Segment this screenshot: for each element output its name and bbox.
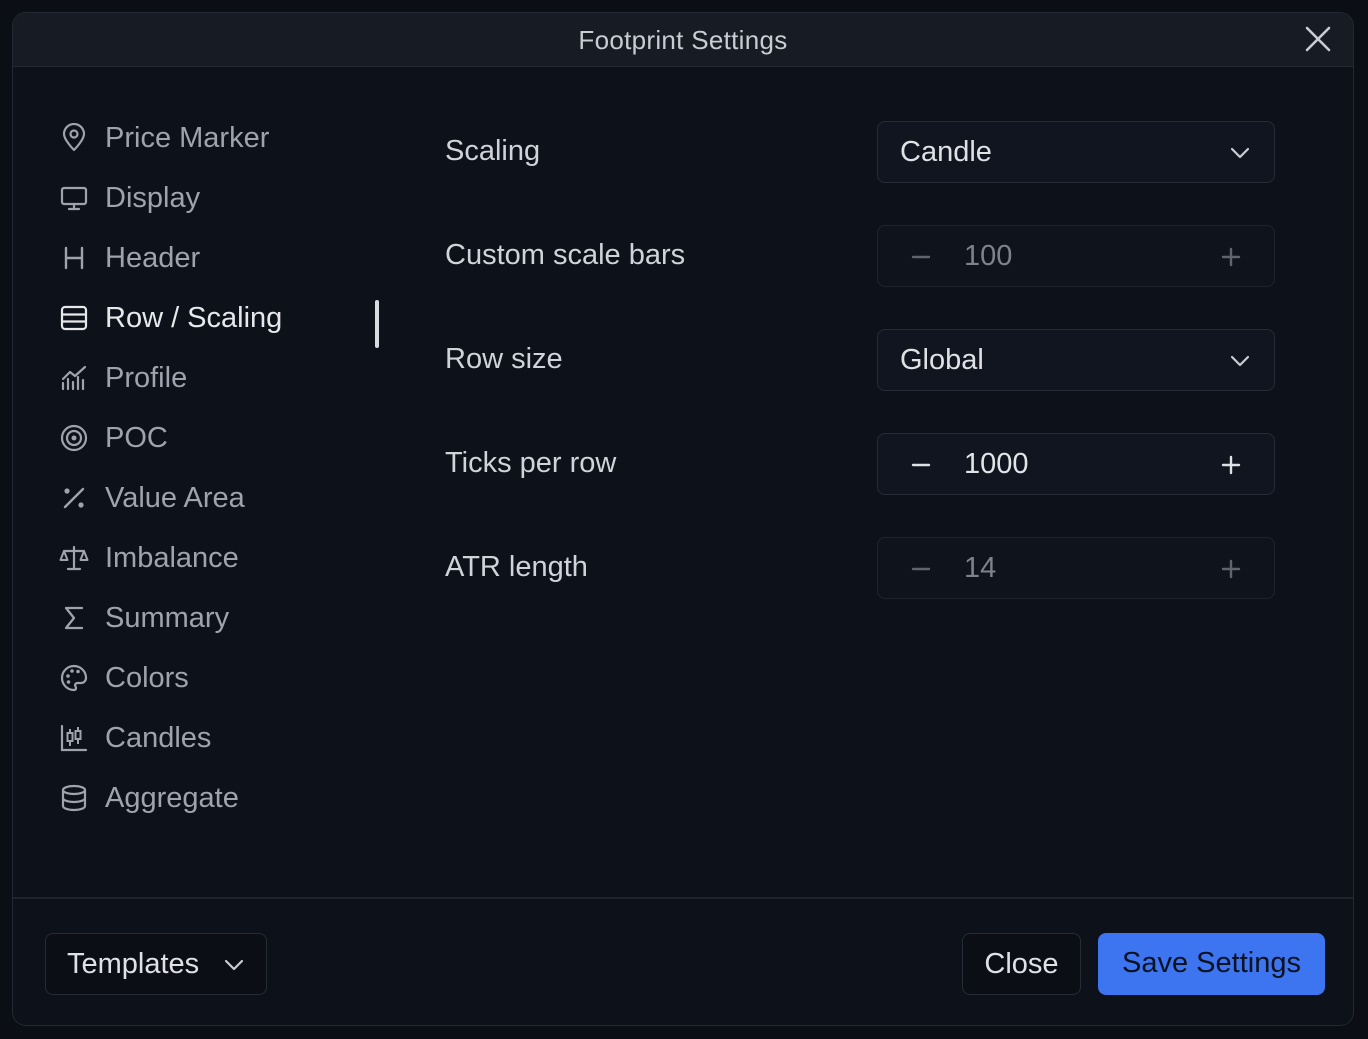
sidebar-item-summary[interactable]: Summary [59,588,389,648]
sidebar-item-value-area[interactable]: Value Area [59,468,389,528]
scaling-label: Scaling [445,135,541,167]
map-pin-icon [59,123,89,153]
database-icon [59,783,89,813]
sidebar-item-display[interactable]: Display [59,168,389,228]
plus-icon[interactable] [1216,242,1246,272]
sidebar-item-price-marker[interactable]: Price Marker [59,108,389,168]
chevron-down-icon [1228,349,1252,373]
minus-icon[interactable] [906,242,936,272]
ticks-per-row-value[interactable]: 1000 [964,448,1029,481]
templates-label: Templates [67,948,200,980]
sidebar-item-label: Header [105,241,201,274]
custom-scale-bars-label: Custom scale bars [445,239,686,271]
ticks-per-row-label: Ticks per row [445,447,617,479]
plus-icon[interactable] [1216,554,1246,584]
close-button[interactable]: Close [962,933,1081,995]
row-size-select[interactable]: Global [877,329,1275,391]
sidebar-item-candles[interactable]: Candles [59,708,389,768]
scale-icon [59,543,89,573]
percent-icon [59,483,89,513]
save-button-label: Save Settings [1122,947,1301,979]
chevron-down-icon [222,953,246,977]
atr-length-stepper[interactable]: 14 [877,537,1275,599]
scaling-select[interactable]: Candle [877,121,1275,183]
chart-profile-icon [59,363,89,393]
ticks-per-row-stepper[interactable]: 1000 [877,433,1275,495]
sidebar-item-imbalance[interactable]: Imbalance [59,528,389,588]
custom-scale-bars-stepper[interactable]: 100 [877,225,1275,287]
sidebar-item-label: Profile [105,361,188,394]
settings-dialog: Footprint Settings Price Marker Display … [12,12,1354,1026]
sidebar-item-label: Row / Scaling [105,301,283,334]
row-size-label: Row size [445,343,563,375]
sidebar-item-label: Summary [105,601,230,634]
sidebar-item-header[interactable]: Header [59,228,389,288]
palette-icon [59,663,89,693]
monitor-icon [59,183,89,213]
atr-length-value[interactable]: 14 [964,552,996,585]
dialog-titlebar: Footprint Settings [13,13,1353,67]
plus-icon[interactable] [1216,450,1246,480]
settings-sidebar: Price Marker Display Header Row / Scalin… [59,108,389,828]
candles-icon [59,723,89,753]
sidebar-item-label: Price Marker [105,121,270,154]
chevron-down-icon [1228,141,1252,165]
sidebar-item-label: Display [105,181,201,214]
atr-length-label: ATR length [445,551,588,583]
close-icon[interactable] [1303,24,1333,54]
minus-icon[interactable] [906,450,936,480]
close-button-label: Close [984,948,1059,980]
sidebar-item-poc[interactable]: POC [59,408,389,468]
sigma-icon [59,603,89,633]
sidebar-item-colors[interactable]: Colors [59,648,389,708]
sidebar-item-label: POC [105,421,168,454]
templates-button[interactable]: Templates [45,933,267,995]
dialog-footer: Templates Close Save Settings [13,897,1353,1025]
dialog-title: Footprint Settings [578,25,788,55]
sidebar-item-label: Imbalance [105,541,239,574]
sidebar-item-aggregate[interactable]: Aggregate [59,768,389,828]
sidebar-item-row-scaling[interactable]: Row / Scaling [59,288,389,348]
minus-icon[interactable] [906,554,936,584]
save-settings-button[interactable]: Save Settings [1098,933,1325,995]
sidebar-item-label: Value Area [105,481,245,514]
row-size-value: Global [900,344,984,376]
active-indicator [375,300,379,348]
custom-scale-bars-value[interactable]: 100 [964,240,1012,273]
rows-icon [59,303,89,333]
sidebar-item-label: Colors [105,661,189,694]
sidebar-item-profile[interactable]: Profile [59,348,389,408]
sidebar-item-label: Aggregate [105,781,239,814]
target-icon [59,423,89,453]
sidebar-item-label: Candles [105,721,212,754]
scaling-value: Candle [900,136,992,168]
heading-icon [59,243,89,273]
